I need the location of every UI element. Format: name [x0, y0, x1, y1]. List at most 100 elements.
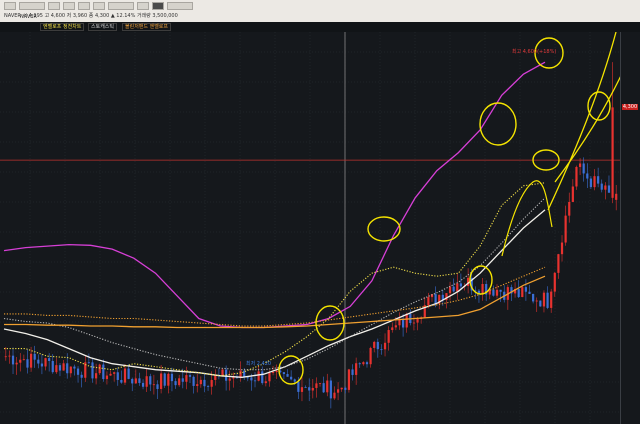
candle-body: [593, 176, 596, 188]
candle-body: [196, 384, 199, 386]
candle-body: [532, 293, 535, 302]
candle-body: [304, 387, 307, 388]
candle-body: [448, 286, 452, 294]
candle-body: [62, 363, 65, 371]
candle-body: [326, 380, 329, 393]
candle-body: [40, 363, 44, 367]
candle-body: [206, 386, 210, 387]
candle-body: [48, 358, 51, 361]
candle-body: [336, 389, 340, 393]
candle-body: [553, 272, 556, 292]
indicator-legend: 엔벨로프 정전차트 스토캐스틱 볼린저밴드 엔벨로프: [0, 22, 640, 32]
candle-body: [170, 373, 174, 382]
code-field[interactable]: NAVER: [19, 1, 45, 20]
chart-type-button[interactable]: [152, 1, 164, 10]
candle-body: [203, 379, 206, 387]
candle-body: [427, 297, 430, 306]
candle-body: [290, 376, 293, 380]
candle-body: [528, 291, 531, 294]
candle-body: [434, 294, 437, 304]
candle-body: [524, 287, 527, 292]
candle-body: [355, 363, 358, 375]
candle-body: [141, 382, 145, 387]
candle-body: [98, 364, 101, 374]
candle-body: [322, 383, 325, 393]
legend-item-envelope[interactable]: 엔벨로프 정전차트: [40, 23, 85, 31]
candle-body: [152, 384, 155, 386]
candle-body: [80, 374, 83, 378]
low-price-label: 최저 2,420: [246, 361, 272, 367]
candle-body: [380, 349, 383, 350]
candle-body: [127, 368, 130, 379]
candle-body: [589, 178, 593, 188]
period-button-minute[interactable]: [108, 1, 134, 10]
candle-body: [188, 375, 192, 377]
count-field[interactable]: [167, 1, 193, 10]
candle-body: [178, 378, 181, 386]
candle-body: [15, 362, 18, 365]
overlay-line-3: [3, 197, 546, 371]
candle-body: [174, 381, 177, 386]
candle-body: [557, 254, 560, 273]
annotation-circle: [367, 216, 401, 242]
candle-body: [58, 365, 62, 371]
candle-body: [131, 378, 134, 384]
candle-body: [564, 215, 567, 243]
candle-body: [615, 193, 618, 200]
candle-body: [123, 368, 127, 383]
candle-body: [535, 300, 538, 302]
toolbar-bottom-row: NAVER 시 4,195 고 4,600 저 3,960 종 4,300 ▲ …: [4, 11, 178, 20]
price-axis[interactable]: [620, 32, 640, 424]
candle-body: [181, 378, 184, 382]
candle-body: [351, 369, 354, 375]
candle-body: [607, 185, 611, 193]
candle-body: [387, 330, 390, 343]
candle-body: [69, 366, 72, 374]
legend-item-bollinger[interactable]: 볼린저밴드 엔벨로프: [122, 23, 171, 31]
period-button-month[interactable]: [93, 1, 105, 10]
candle-body: [192, 376, 195, 386]
candle-body: [333, 392, 336, 399]
candle-body: [315, 383, 318, 388]
candle-body: [495, 289, 499, 296]
candle-body: [91, 362, 94, 379]
candle-body: [250, 377, 253, 381]
settings-button[interactable]: [137, 1, 149, 10]
candle-body: [362, 362, 365, 365]
candle-body: [87, 362, 90, 364]
candle-body: [412, 322, 416, 324]
period-button-week[interactable]: [78, 1, 90, 10]
candle-body: [11, 355, 15, 365]
candle-body: [358, 363, 361, 365]
overlay-line-1: [3, 61, 546, 329]
price-chart[interactable]: [0, 32, 620, 424]
candle-body: [383, 342, 387, 350]
candle-body: [405, 313, 408, 328]
candle-body: [113, 372, 116, 374]
candle-body: [156, 384, 159, 389]
candle-body: [8, 355, 11, 357]
annotation-trendline: [547, 32, 617, 211]
overlay-line-5: [4, 266, 546, 327]
candle-body: [55, 365, 58, 373]
candle-body: [376, 341, 379, 350]
period-button-day[interactable]: [63, 1, 75, 10]
candle-body: [268, 372, 271, 382]
search-button[interactable]: [48, 1, 60, 10]
candle-body: [578, 163, 582, 167]
legend-item-stochastic[interactable]: 스토캐스틱: [88, 23, 118, 31]
candle-body: [293, 379, 296, 382]
candle-body: [134, 378, 137, 384]
toolbar-top-row: NAVER: [4, 1, 193, 20]
candle-body: [4, 356, 7, 358]
candle-body: [597, 176, 600, 184]
candle-body: [560, 242, 564, 255]
toolbar-menu-button[interactable]: [4, 1, 16, 10]
candle-body: [391, 327, 394, 331]
candle-body: [586, 173, 589, 179]
candle-body: [568, 201, 571, 216]
candle-body: [542, 292, 546, 307]
candle-body: [575, 166, 578, 187]
annotation-trendline: [501, 180, 553, 257]
candle-body: [311, 387, 314, 391]
